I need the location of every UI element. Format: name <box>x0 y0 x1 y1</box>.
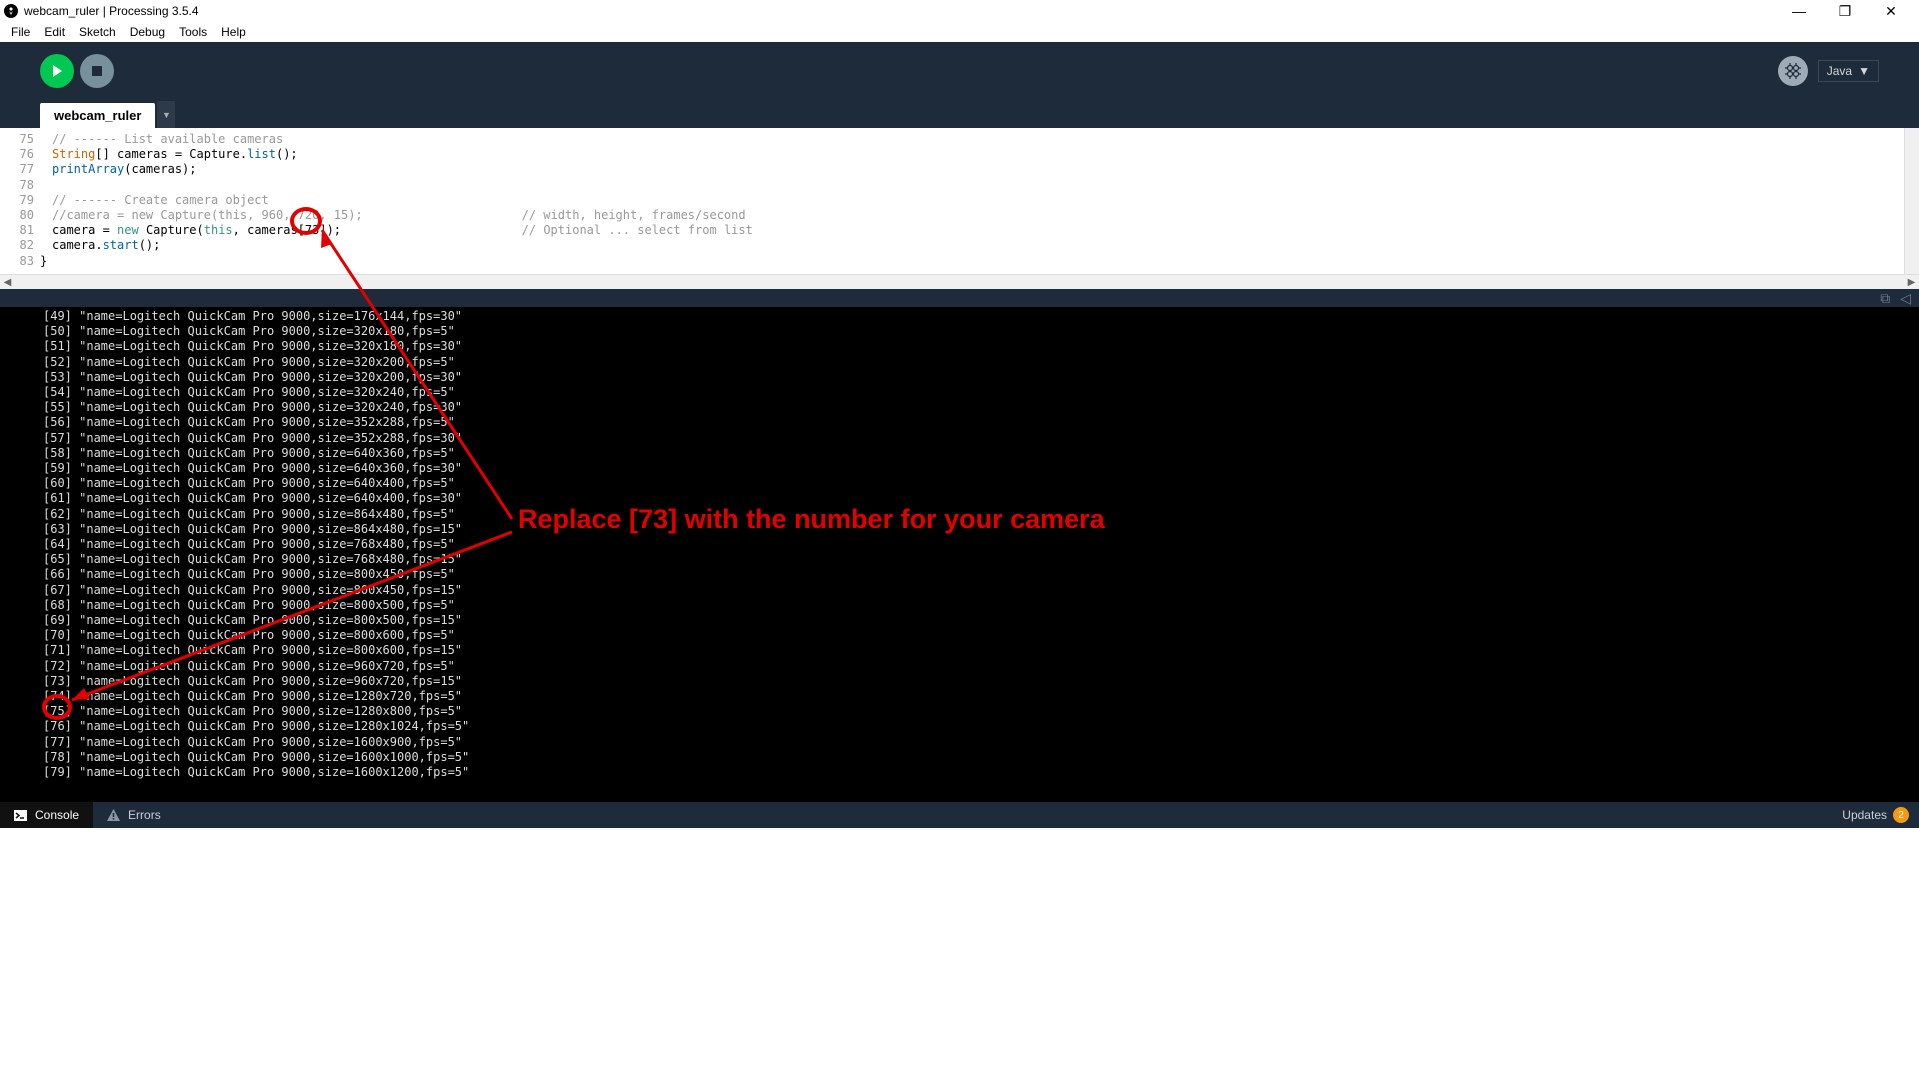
errors-tab[interactable]: Errors <box>93 802 175 828</box>
minimize-button[interactable]: — <box>1785 3 1813 20</box>
mode-label: Java <box>1827 64 1852 78</box>
console-icon <box>14 810 27 821</box>
tab-active[interactable]: webcam_ruler <box>40 103 155 128</box>
updates-badge[interactable]: 2 <box>1893 807 1909 823</box>
menu-tools[interactable]: Tools <box>172 24 214 40</box>
console-toolbar: ⧉ ◁ <box>0 289 1919 307</box>
annotation-circle-code <box>290 207 322 235</box>
status-bar: Console Errors Updates 2 <box>0 802 1919 828</box>
console-collapse-icon[interactable]: ◁ <box>1896 290 1915 307</box>
console-output[interactable]: [49] "name=Logitech QuickCam Pro 9000,si… <box>0 307 1919 802</box>
menu-bar: File Edit Sketch Debug Tools Help <box>0 22 1919 42</box>
console-tool-icon[interactable]: ⧉ <box>1876 290 1894 307</box>
close-button[interactable]: ✕ <box>1877 3 1905 20</box>
maximize-button[interactable]: ❐ <box>1831 3 1859 20</box>
mode-caret-icon: ▼ <box>1858 64 1870 78</box>
code-editor[interactable]: 757677787980818283 // ------ List availa… <box>0 128 1919 274</box>
scroll-left-icon[interactable]: ◀ <box>0 277 15 288</box>
app-icon <box>4 4 18 18</box>
editor-scrollbar-vertical[interactable] <box>1904 128 1919 274</box>
menu-debug[interactable]: Debug <box>123 24 172 40</box>
stop-button[interactable] <box>80 54 114 88</box>
tab-dropdown[interactable]: ▼ <box>157 101 175 128</box>
window-titlebar: webcam_ruler | Processing 3.5.4 — ❐ ✕ <box>0 0 1919 22</box>
menu-help[interactable]: Help <box>214 24 253 40</box>
menu-sketch[interactable]: Sketch <box>72 24 123 40</box>
mode-selector[interactable]: Java ▼ <box>1818 60 1879 82</box>
warning-icon <box>107 809 120 821</box>
code-area[interactable]: // ------ List available camerasString[]… <box>40 128 1904 274</box>
debug-icon[interactable] <box>1778 56 1808 86</box>
toolbar: Java ▼ <box>0 42 1919 100</box>
menu-edit[interactable]: Edit <box>37 24 72 40</box>
scroll-right-icon[interactable]: ▶ <box>1904 277 1919 288</box>
line-gutter: 757677787980818283 <box>0 128 40 274</box>
editor-scrollbar-horizontal[interactable]: ◀ ▶ <box>0 274 1919 289</box>
updates-label[interactable]: Updates <box>1842 808 1887 822</box>
window-title: webcam_ruler | Processing 3.5.4 <box>24 4 199 18</box>
console-tab[interactable]: Console <box>0 802 93 828</box>
annotation-circle-console <box>42 694 72 720</box>
menu-file[interactable]: File <box>4 24 37 40</box>
run-button[interactable] <box>40 54 74 88</box>
annotation-text: Replace [73] with the number for your ca… <box>518 504 1105 535</box>
tab-bar: webcam_ruler ▼ <box>0 100 1919 128</box>
